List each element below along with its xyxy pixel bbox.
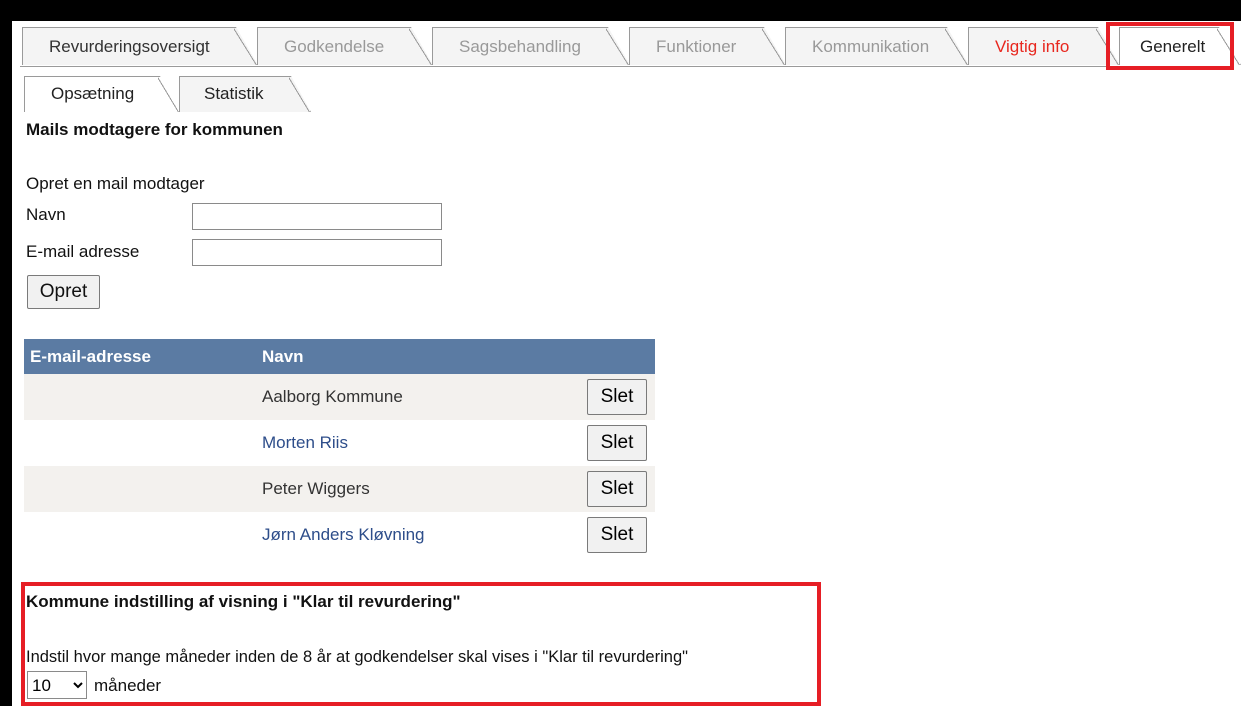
- page: Revurderingsoversigt Godkendelse Sagsbeh…: [12, 21, 1241, 706]
- email-label: E-mail adresse: [26, 242, 140, 261]
- subtab-statistik[interactable]: Statistik: [179, 76, 311, 112]
- recipient-name: Aalborg Kommune: [262, 387, 403, 406]
- name-input[interactable]: [192, 203, 442, 230]
- email-cell: [24, 466, 262, 512]
- col-header-name: Navn: [262, 339, 655, 374]
- tab-revurderingsoversigt[interactable]: Revurderingsoversigt: [22, 27, 258, 65]
- main-tab-bar: Revurderingsoversigt Godkendelse Sagsbeh…: [22, 27, 1241, 67]
- recipient-name[interactable]: Morten Riis: [262, 433, 348, 452]
- table-row: Aalborg Kommune Slet: [24, 374, 655, 420]
- months-select[interactable]: 10: [27, 671, 87, 699]
- create-form-title: Opret en mail modtager: [26, 174, 205, 193]
- name-label: Navn: [26, 205, 66, 224]
- recipients-table: E-mail-adresse Navn Aalborg Kommune Slet…: [24, 339, 655, 558]
- settings-title: Kommune indstilling af visning i "Klar t…: [26, 592, 461, 611]
- tab-sagsbehandling[interactable]: Sagsbehandling: [432, 27, 630, 65]
- tab-vigtig-info[interactable]: Vigtig info: [968, 27, 1120, 65]
- table-row: Jørn Anders Kløvning Slet: [24, 512, 655, 558]
- table-header-row: E-mail-adresse Navn: [24, 339, 655, 374]
- table-row: Morten Riis Slet: [24, 420, 655, 466]
- email-cell: [24, 512, 262, 558]
- tab-kommunikation[interactable]: Kommunikation: [785, 27, 969, 65]
- email-input[interactable]: [192, 239, 442, 266]
- slet-button[interactable]: Slet: [587, 517, 647, 553]
- tab-generelt[interactable]: Generelt: [1119, 27, 1241, 65]
- slet-button[interactable]: Slet: [587, 379, 647, 415]
- slet-button[interactable]: Slet: [587, 425, 647, 461]
- tab-funktioner[interactable]: Funktioner: [629, 27, 786, 65]
- subtab-opsaetning[interactable]: Opsætning: [24, 76, 180, 112]
- recipient-name[interactable]: Jørn Anders Kløvning: [262, 525, 425, 544]
- tab-bar-divider: [20, 66, 1234, 67]
- section-title: Mails modtagere for kommunen: [26, 120, 283, 139]
- months-unit-label: måneder: [94, 676, 162, 695]
- settings-description: Indstil hvor mange måneder inden de 8 år…: [26, 648, 688, 666]
- col-header-email: E-mail-adresse: [24, 339, 262, 374]
- slet-button[interactable]: Slet: [587, 471, 647, 507]
- table-row: Peter Wiggers Slet: [24, 466, 655, 512]
- email-cell: [24, 374, 262, 420]
- recipient-name: Peter Wiggers: [262, 479, 370, 498]
- opret-button[interactable]: Opret: [27, 275, 100, 309]
- tab-godkendelse[interactable]: Godkendelse: [257, 27, 433, 65]
- email-cell: [24, 420, 262, 466]
- sub-tab-bar: Opsætning Statistik: [24, 76, 324, 112]
